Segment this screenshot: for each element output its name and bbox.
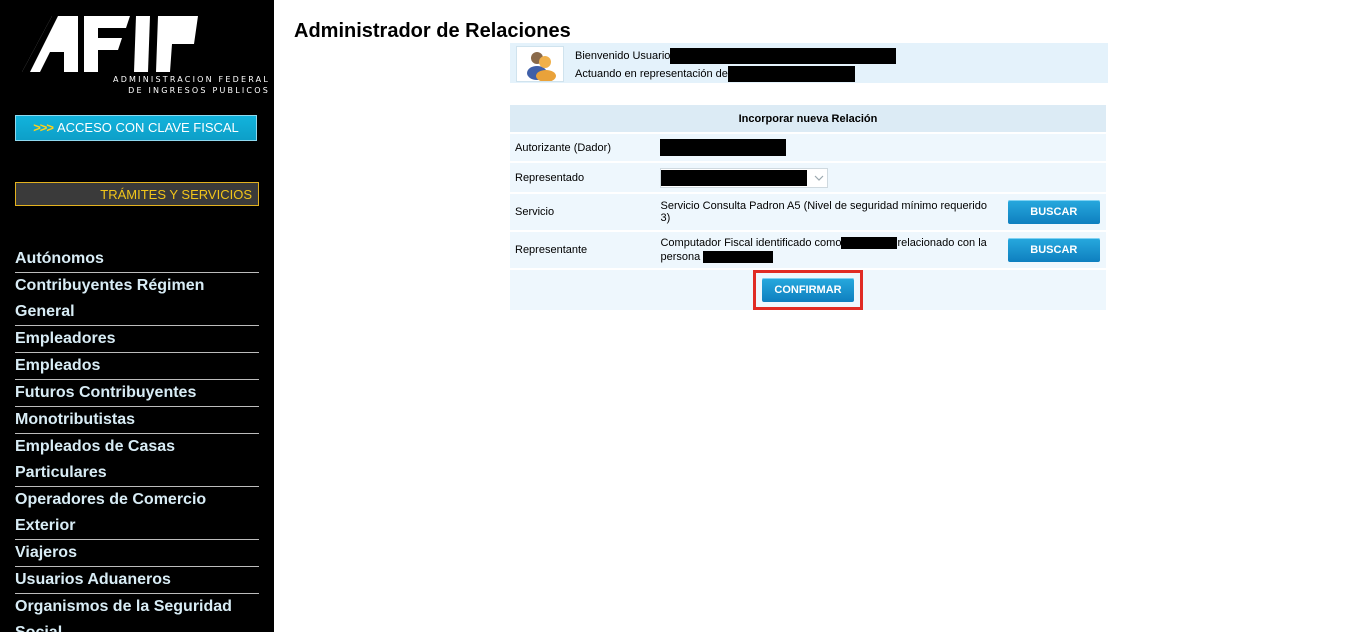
nav-item-empleados[interactable]: Empleados — [15, 353, 259, 380]
confirm-highlight-frame: CONFIRMAR — [753, 270, 863, 310]
representante-text-a: Computador Fiscal identificado como — [660, 237, 842, 249]
representante-buscar-cell: BUSCAR — [1001, 232, 1106, 268]
representante-value: Computador Fiscal identificado como relac… — [655, 232, 1002, 268]
nav-item-operadores-comercio-exterior[interactable]: Operadores de Comercio Exterior — [15, 487, 259, 540]
servicio-label: Servicio — [510, 194, 656, 230]
servicio-value: Servicio Consulta Padron A5 (Nivel de se… — [655, 194, 1002, 230]
sidebar-nav: Autónomos Contribuyentes Régimen General… — [15, 246, 259, 632]
page-title: Administrador de Relaciones — [294, 20, 571, 42]
nav-item-autonomos[interactable]: Autónomos — [15, 246, 259, 273]
nav-item-usuarios-aduaneros[interactable]: Usuarios Aduaneros — [15, 567, 259, 594]
autorizante-label: Autorizante (Dador) — [510, 134, 656, 161]
redacted-represented — [727, 66, 855, 82]
representante-label: Representante — [510, 232, 656, 268]
nav-item-contribuyentes-regimen-general[interactable]: Contribuyentes Régimen General — [15, 273, 259, 326]
redacted-computador — [841, 237, 898, 250]
redacted-autorizante — [660, 139, 787, 156]
afip-logo[interactable]: ADMINISTRACION FEDERAL DE INGRESOS PUBLI… — [18, 14, 268, 100]
representante-text-c: persona — [660, 251, 701, 263]
representante-text-b: relacionado con la — [897, 237, 987, 249]
autorizante-value — [655, 134, 1106, 161]
nav-item-organismos-seguridad-social[interactable]: Organismos de la Seguridad Social — [15, 594, 259, 632]
nav-item-empleadores[interactable]: Empleadores — [15, 326, 259, 353]
logo-subtitle-line1: ADMINISTRACION FEDERAL — [113, 75, 270, 84]
logo-subtitle-line2: DE INGRESOS PUBLICOS — [128, 86, 270, 95]
clave-fiscal-login-button[interactable]: >>> ACCESO CON CLAVE FISCAL — [15, 115, 257, 141]
nav-item-futuros-contribuyentes[interactable]: Futuros Contribuyentes — [15, 380, 259, 407]
representado-cell — [655, 163, 1106, 192]
nav-item-viajeros[interactable]: Viajeros — [15, 540, 259, 567]
login-button-label: ACCESO CON CLAVE FISCAL — [56, 120, 239, 135]
confirmar-button[interactable]: CONFIRMAR — [762, 278, 854, 302]
representation-label: Actuando en representación de — [575, 67, 728, 80]
chevron-down-icon — [815, 175, 824, 181]
nav-item-empleados-casas-particulares[interactable]: Empleados de Casas Particulares — [15, 434, 259, 487]
welcome-line: Bienvenido Usuario — [575, 48, 897, 64]
users-avatar-icon — [516, 46, 564, 82]
representado-label: Representado — [510, 163, 656, 192]
welcome-panel: Bienvenido Usuario Actuando en represent… — [510, 43, 1108, 83]
servicio-buscar-cell: BUSCAR — [1001, 194, 1106, 230]
afip-logo-icon — [22, 16, 198, 72]
buscar-servicio-button[interactable]: BUSCAR — [1007, 200, 1100, 224]
welcome-user-label: Bienvenido Usuario — [575, 49, 671, 62]
form-header: Incorporar nueva Relación — [510, 105, 1106, 132]
representado-select[interactable] — [660, 167, 829, 188]
nueva-relacion-form: Incorporar nueva Relación Autorizante (D… — [510, 103, 1106, 312]
representation-line: Actuando en representación de — [575, 66, 855, 82]
redacted-username — [670, 48, 897, 64]
confirm-row: CONFIRMAR — [510, 270, 1106, 310]
tramites-servicios-header: TRÁMITES Y SERVICIOS — [15, 182, 259, 206]
redacted-representado — [661, 169, 808, 186]
chevrons-right-icon: >>> — [33, 120, 54, 135]
buscar-representante-button[interactable]: BUSCAR — [1007, 238, 1100, 262]
sidebar: ADMINISTRACION FEDERAL DE INGRESOS PUBLI… — [0, 0, 274, 632]
redacted-persona — [703, 251, 774, 264]
nav-item-monotributistas[interactable]: Monotributistas — [15, 407, 259, 434]
